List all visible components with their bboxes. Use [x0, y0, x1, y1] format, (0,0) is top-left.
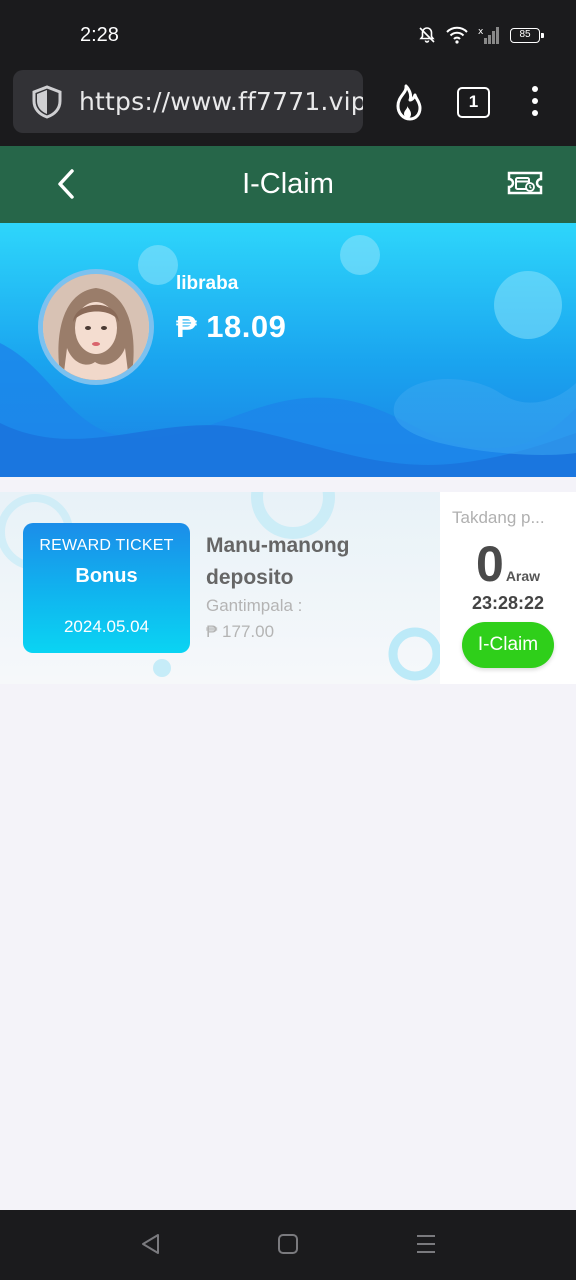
balance-amount: ₱ 18.09: [176, 309, 287, 344]
ticket-label: REWARD TICKET: [39, 537, 174, 554]
status-time: 2:28: [80, 24, 119, 46]
nav-back-icon[interactable]: [140, 1233, 162, 1255]
address-bar[interactable]: https://www.ff7771.vip/: [13, 70, 363, 133]
days-value: 0: [476, 536, 504, 592]
deadline-label: Takdang p...: [452, 508, 545, 527]
tabs-button[interactable]: 1: [457, 87, 490, 118]
reward-title: Manu-manong deposito: [206, 534, 350, 589]
avatar: [38, 269, 154, 385]
status-bar: 2:28 x 85: [0, 0, 576, 68]
mute-bell-icon: [419, 27, 435, 43]
ticket-type: Bonus: [75, 565, 138, 587]
ticket-history-icon[interactable]: [506, 170, 544, 196]
url-text: https://www.ff7771.vip/: [79, 87, 363, 116]
countdown-timer: 23:28:22: [471, 593, 545, 613]
username: libraba: [176, 273, 239, 294]
browser-toolbar: https://www.ff7771.vip/ 1: [0, 68, 576, 146]
signal-icon: x: [478, 27, 499, 44]
shield-icon[interactable]: [31, 84, 63, 119]
system-nav-bar: [0, 1210, 576, 1280]
fire-icon[interactable]: [390, 84, 422, 122]
days-remaining: 0 Araw: [476, 536, 540, 592]
days-unit: Araw: [505, 568, 541, 584]
status-icons: x 85: [418, 26, 544, 44]
app-header: I-Claim: [0, 146, 576, 223]
more-menu-icon[interactable]: [532, 86, 538, 122]
reward-card: REWARD TICKET Bonus 2024.05.04 Manu-mano…: [0, 492, 576, 684]
battery-icon: 85: [510, 27, 544, 43]
ticket-date: 2024.05.04: [63, 617, 150, 636]
reward-ticket: REWARD TICKET Bonus 2024.05.04: [23, 523, 190, 653]
nav-home-icon[interactable]: [277, 1233, 299, 1255]
reward-amount: ₱ 177.00: [206, 622, 275, 641]
claim-button[interactable]: I-Claim: [462, 622, 554, 668]
reward-label: Gantimpala :: [206, 596, 303, 615]
claim-panel: Takdang p... 0 Araw 23:28:22 I-Claim: [440, 492, 576, 684]
page-title: I-Claim: [242, 168, 334, 200]
svg-text:x: x: [478, 27, 484, 37]
wifi-icon: [446, 26, 468, 44]
profile-banner: libraba ₱ 18.09: [0, 223, 576, 477]
user-portrait-image: [43, 274, 149, 380]
nav-menu-icon[interactable]: [415, 1233, 437, 1255]
